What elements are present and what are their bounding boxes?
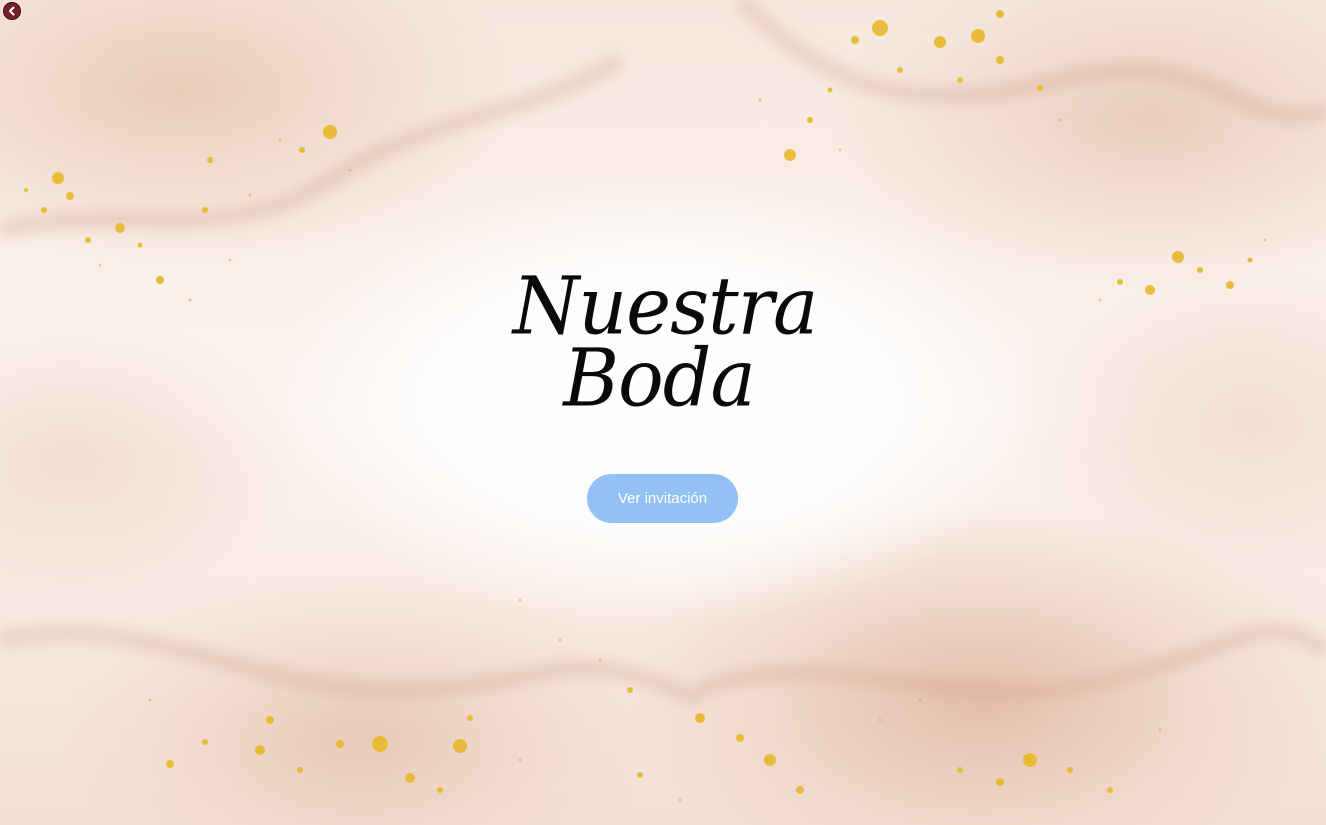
back-arrow-icon[interactable]	[3, 2, 21, 20]
view-invitation-button[interactable]: Ver invitación	[587, 474, 738, 523]
title-line-2: Boda	[563, 330, 756, 425]
back-arrow-glyph	[9, 6, 15, 16]
